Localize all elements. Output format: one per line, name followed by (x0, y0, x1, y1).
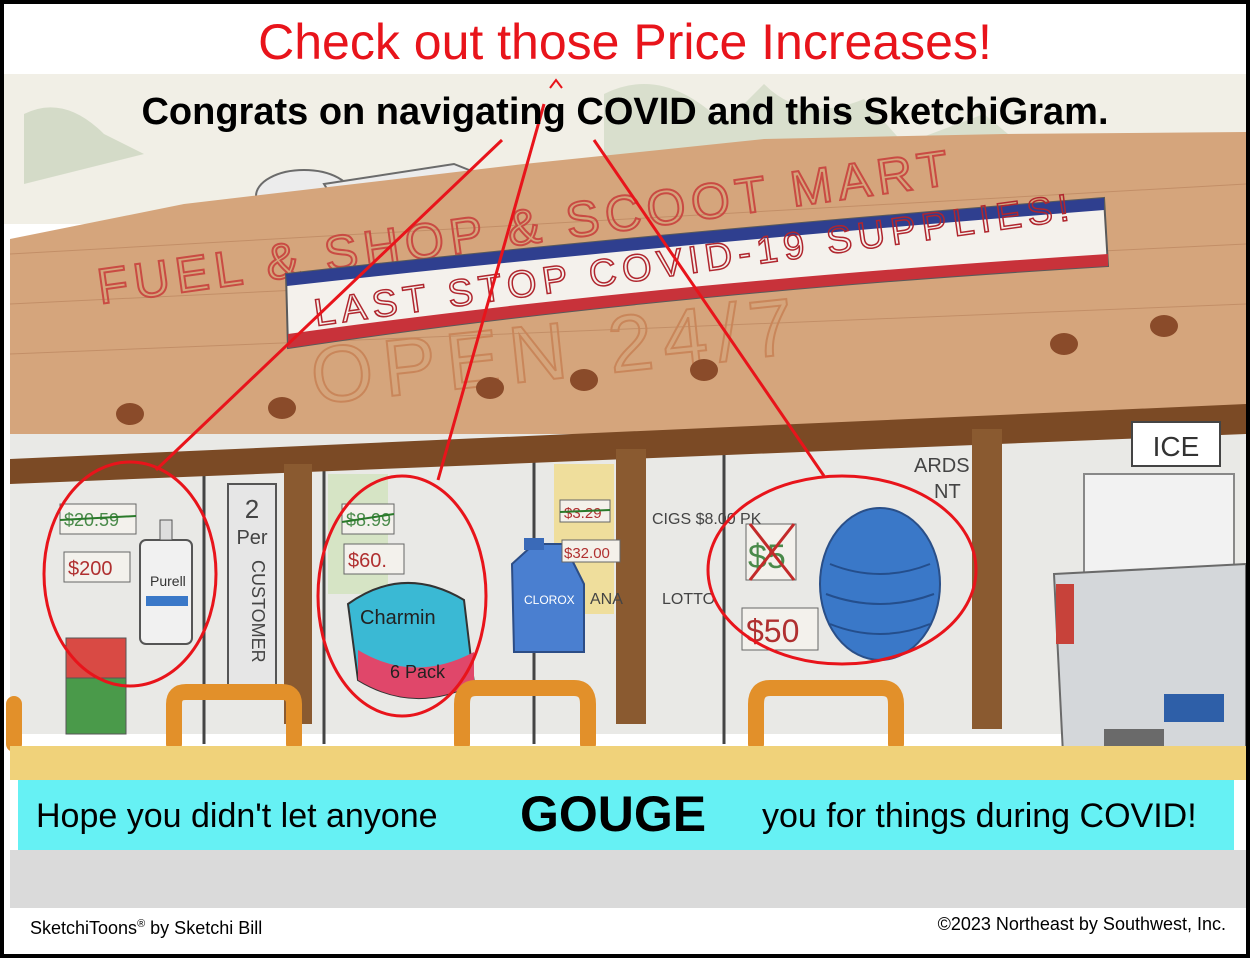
parking-lot (10, 850, 1246, 908)
window-sign-cards: ARDS (914, 455, 970, 477)
window-sign-ant: NT (934, 481, 961, 503)
registered-mark: ® (137, 918, 146, 930)
face-mask (819, 507, 941, 661)
footer-copyright: ©2023 Northeast by Southwest, Inc. (937, 914, 1226, 934)
mask-new-price: $50 (746, 613, 799, 649)
bottom-banner-right: you for things during COVID! (762, 797, 1197, 835)
purell-new-price: $200 (68, 558, 113, 580)
footer-credit: SketchiToons® by Sketchi Bill (30, 912, 262, 940)
window-sign-ana: ANA (590, 591, 623, 608)
ice-sign-text: ICE (1153, 431, 1200, 462)
window-sign-lotto: LOTTO (662, 591, 715, 608)
charmin-detail: 6 Pack (390, 662, 446, 682)
per-customer-sign: 2 Per CUSTOMER (227, 483, 277, 695)
bottom-banner-left: Hope you didn't let anyone (36, 797, 438, 835)
subheadline: Congrats on navigating COVID and this Sk… (141, 91, 1109, 133)
per-customer-sign-per: Per (236, 527, 267, 549)
window-sign-cigs: CIGS $8.00 PK (652, 511, 762, 528)
per-customer-sign-customer: CUSTOMER (248, 560, 268, 663)
footer-brand: SketchiToons (30, 918, 138, 938)
charmin-label: Charmin (360, 607, 436, 629)
bleach-price-old: $3.29 (564, 505, 602, 522)
cartoon-frame: FUEL & SHOP & SCOOT MART OPEN 24/7 LAST … (0, 0, 1250, 958)
sidewalk (10, 746, 1246, 780)
bottom-banner-emphasis: GOUGE (520, 786, 707, 842)
bleach-price-new: $32.00 (564, 545, 610, 562)
purell-label: Purell (150, 573, 186, 589)
bottom-banner: Hope you didn't let anyone GOUGE you for… (18, 780, 1234, 850)
pickup-truck (1052, 562, 1246, 775)
charmin-new-price: $60. (348, 550, 387, 572)
bleach-label: CLOROX (524, 593, 575, 607)
headline: Check out those Price Increases! (258, 14, 992, 70)
per-customer-sign-number: 2 (245, 494, 259, 524)
footer-byline: by Sketchi Bill (145, 918, 263, 938)
charmin-pack: Charmin 6 Pack (346, 582, 476, 699)
